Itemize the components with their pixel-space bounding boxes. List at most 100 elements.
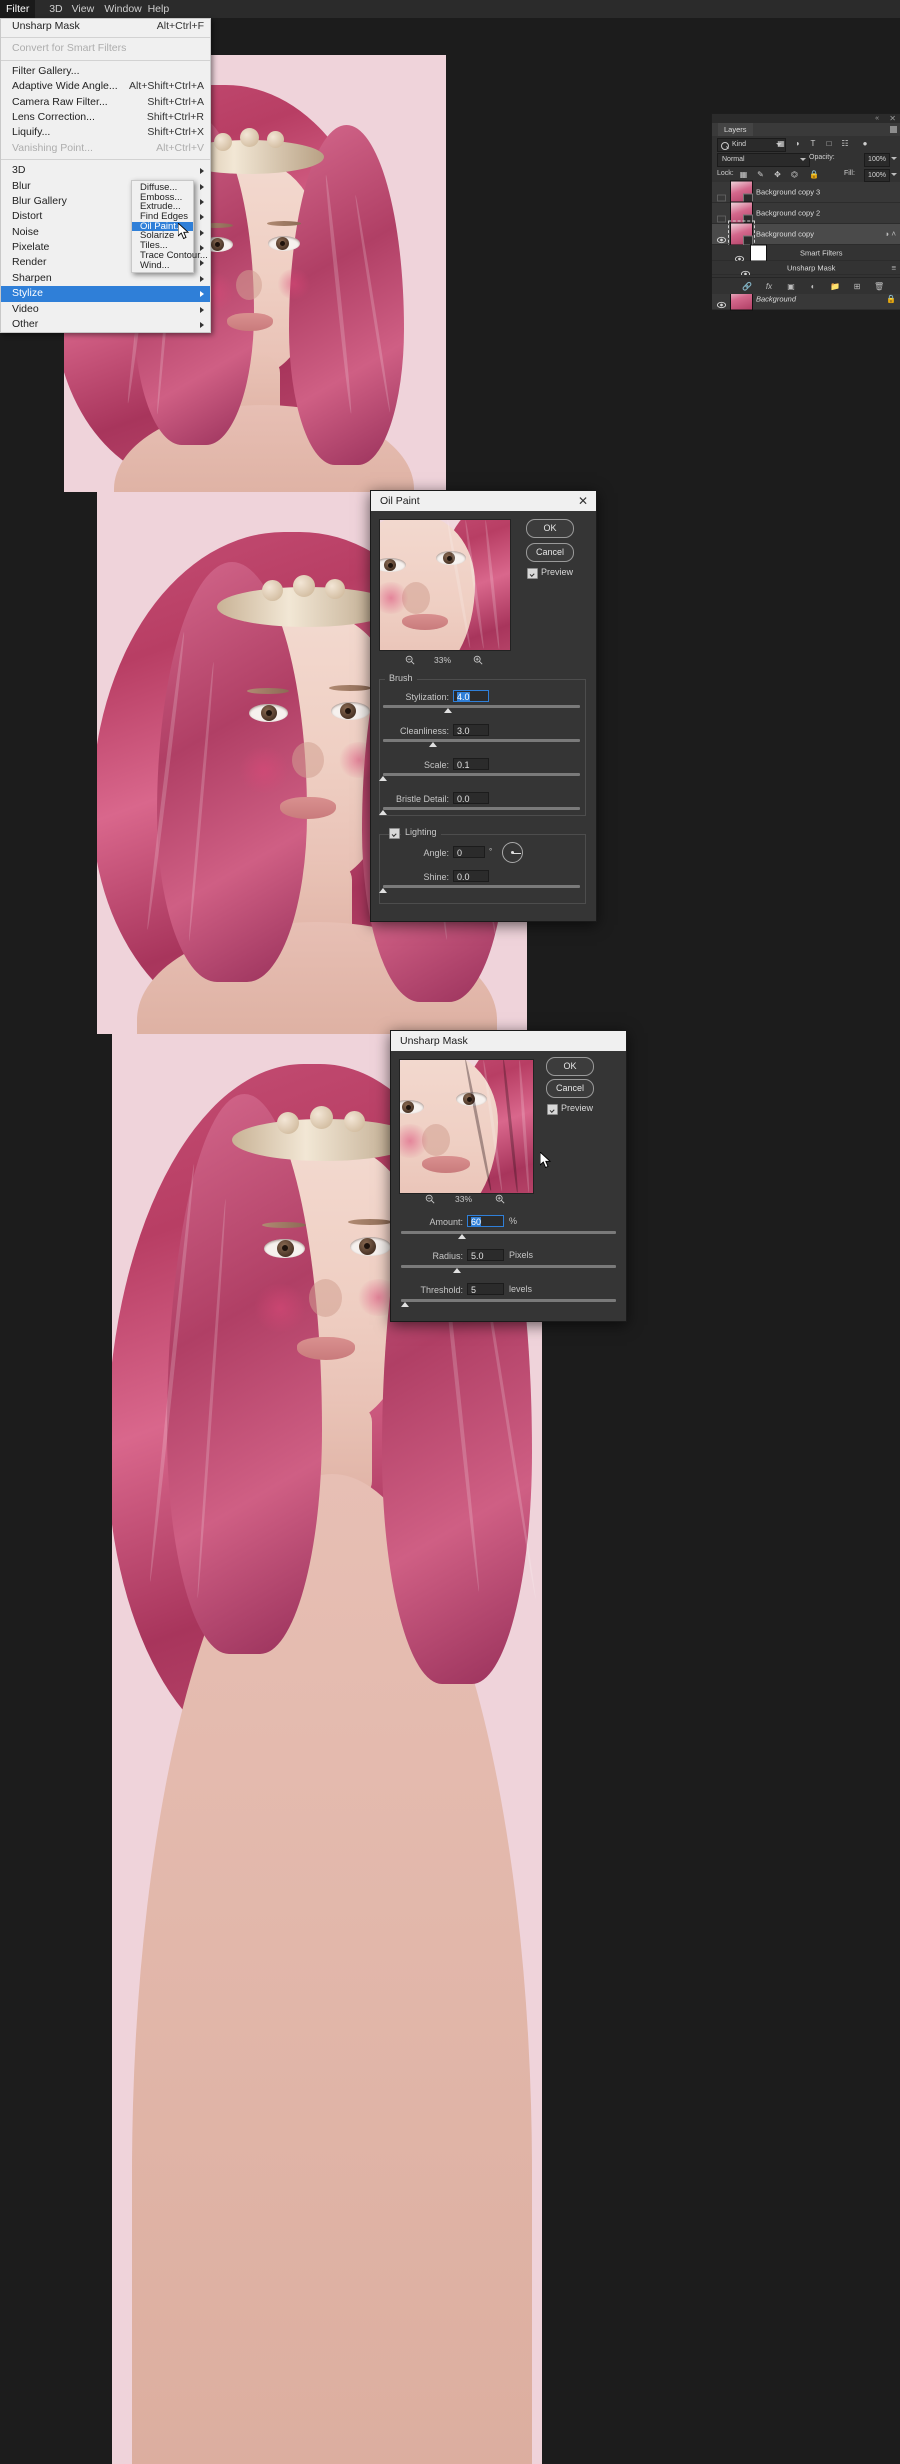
add-layer-mask-icon[interactable]: ▣: [786, 282, 796, 292]
amount-slider-knob[interactable]: [458, 1234, 466, 1239]
lock-transparent-pixels-icon[interactable]: ▦: [739, 170, 748, 179]
unsharp-mask-cancel-button[interactable]: Cancel: [546, 1079, 594, 1098]
filter-pixel-icon[interactable]: ▦: [776, 139, 786, 149]
layer-thumbnail[interactable]: [730, 180, 753, 204]
oil-paint-preview-checkbox[interactable]: [527, 568, 538, 579]
cleanliness-slider-track[interactable]: [383, 739, 580, 742]
stylization-slider-knob[interactable]: [444, 708, 452, 713]
layer-thumbnail[interactable]: [730, 201, 753, 225]
layer-row[interactable]: Unsharp Mask ≡: [712, 261, 900, 277]
stylize-menu-item-wind[interactable]: Wind...: [132, 260, 193, 271]
layer-visibility-eye-icon[interactable]: [734, 249, 745, 262]
layer-row[interactable]: Background copy 2: [712, 201, 900, 225]
collapse-panel-icon[interactable]: «: [875, 115, 879, 122]
menubar-item-view[interactable]: View: [66, 0, 101, 18]
layer-row[interactable]: Background copy ◑ ˄: [712, 220, 900, 248]
zoom-out-icon[interactable]: [405, 655, 415, 665]
opacity-chevron-down-icon[interactable]: [891, 157, 897, 160]
filter-menu[interactable]: Unsharp Mask Alt+Ctrl+F Convert for Smart …: [0, 18, 211, 334]
layer-visibility-eye-icon[interactable]: [740, 264, 751, 277]
filter-toggle-switch-icon[interactable]: ●: [860, 139, 870, 149]
bristle-detail-field[interactable]: 0.0: [453, 792, 489, 804]
oil-paint-cancel-button[interactable]: Cancel: [526, 543, 574, 562]
filter-menu-item-camera-raw-filter[interactable]: Camera Raw Filter... Shift+Ctrl+A: [1, 95, 210, 110]
menubar-item-help[interactable]: Help: [142, 0, 176, 18]
layer-thumbnail[interactable]: [727, 220, 756, 248]
zoom-in-icon[interactable]: [495, 1194, 505, 1204]
oil-paint-dialog[interactable]: Oil Paint ✕ 33% OK Cancel Preview Brush …: [370, 490, 597, 922]
link-layers-icon[interactable]: 🔗: [742, 282, 752, 292]
filter-smart-object-icon[interactable]: ☷: [840, 139, 850, 149]
close-icon[interactable]: ✕: [578, 491, 588, 511]
layers-panel[interactable]: « ✕ Layers Kind ▦ ◑ T □ ☷ ● Normal Opaci…: [711, 113, 900, 311]
menubar[interactable]: Filter 3D View Window Help: [0, 0, 900, 18]
new-layer-icon[interactable]: ⊞: [852, 282, 862, 292]
angle-field[interactable]: 0: [453, 846, 485, 858]
lighting-checkbox[interactable]: [389, 828, 400, 839]
scale-slider-knob[interactable]: [379, 776, 387, 781]
blend-mode-select[interactable]: Normal: [717, 153, 810, 167]
shine-slider-track[interactable]: [383, 885, 580, 888]
filter-menu-item-adaptive-wide-angle[interactable]: Adaptive Wide Angle... Alt+Shift+Ctrl+A: [1, 79, 210, 94]
layer-visibility-eye-icon[interactable]: [716, 296, 727, 309]
filter-menu-item-stylize[interactable]: Stylize: [1, 286, 210, 302]
panel-menu-icon[interactable]: [890, 126, 897, 133]
unsharp-mask-ok-button[interactable]: OK: [546, 1057, 594, 1076]
bristle-detail-slider-track[interactable]: [383, 807, 580, 810]
filter-type-icon[interactable]: T: [808, 139, 818, 149]
layer-visibility-eye-icon[interactable]: [716, 231, 727, 244]
opacity-value[interactable]: 100%: [864, 153, 890, 167]
filter-menu-item-video[interactable]: Video: [1, 302, 210, 317]
menubar-item-filter[interactable]: Filter: [0, 0, 36, 18]
radius-slider-knob[interactable]: [453, 1268, 461, 1273]
threshold-slider-track[interactable]: [401, 1299, 616, 1302]
filter-menu-item-filter-gallery[interactable]: Filter Gallery...: [1, 64, 210, 79]
lock-all-icon[interactable]: 🔒: [809, 170, 819, 179]
bristle-detail-slider-knob[interactable]: [379, 810, 387, 815]
cleanliness-field[interactable]: 3.0: [453, 724, 489, 736]
shine-slider-knob[interactable]: [379, 888, 387, 893]
stylization-slider-track[interactable]: [383, 705, 580, 708]
filter-menu-item-liquify[interactable]: Liquify... Shift+Ctrl+X: [1, 125, 210, 140]
layer-row[interactable]: Background copy 3: [712, 180, 900, 204]
threshold-field[interactable]: 5: [467, 1283, 504, 1295]
radius-slider-track[interactable]: [401, 1265, 616, 1268]
radius-field[interactable]: 5.0: [467, 1249, 504, 1261]
lock-position-icon[interactable]: ✥: [773, 170, 782, 179]
layer-thumbnail[interactable]: [750, 244, 767, 261]
layer-style-fx-icon[interactable]: fx: [764, 282, 774, 292]
filter-menu-item-other[interactable]: Other: [1, 317, 210, 332]
zoom-out-icon[interactable]: [425, 1194, 435, 1204]
unsharp-mask-dialog[interactable]: Unsharp Mask 33% OK Cancel Preview Amoun…: [390, 1030, 627, 1322]
fill-value[interactable]: 100%: [864, 169, 890, 182]
scale-slider-track[interactable]: [383, 773, 580, 776]
layer-row[interactable]: Smart Filters: [712, 244, 900, 262]
shine-field[interactable]: 0.0: [453, 870, 489, 882]
filter-menu-item-unsharp-mask[interactable]: Unsharp Mask Alt+Ctrl+F: [1, 19, 210, 34]
filter-blending-options-icon[interactable]: ≡: [891, 263, 896, 272]
lock-image-pixels-icon[interactable]: ✎: [756, 170, 765, 179]
oil-paint-ok-button[interactable]: OK: [526, 519, 574, 538]
filter-menu-item-3d[interactable]: 3D: [1, 163, 210, 178]
lock-artboard-nesting-icon[interactable]: ⏣: [790, 170, 799, 179]
filter-menu-item-lens-correction[interactable]: Lens Correction... Shift+Ctrl+R: [1, 110, 210, 125]
layer-visibility-eye-icon[interactable]: [717, 210, 726, 223]
amount-field[interactable]: 60: [467, 1215, 504, 1227]
angle-dial[interactable]: [502, 842, 523, 863]
unsharp-mask-preview-checkbox[interactable]: [547, 1104, 558, 1115]
fill-chevron-down-icon[interactable]: [891, 173, 897, 176]
oil-paint-preview[interactable]: [379, 519, 511, 651]
filter-shape-icon[interactable]: □: [824, 139, 834, 149]
scale-field[interactable]: 0.1: [453, 758, 489, 770]
menubar-item-window[interactable]: Window: [98, 0, 147, 18]
delete-layer-icon[interactable]: 🗑: [874, 282, 884, 292]
threshold-slider-knob[interactable]: [401, 1302, 409, 1307]
cleanliness-slider-knob[interactable]: [429, 742, 437, 747]
zoom-in-icon[interactable]: [473, 655, 483, 665]
amount-slider-track[interactable]: [401, 1231, 616, 1234]
new-adjustment-layer-icon[interactable]: ◐: [808, 282, 818, 292]
filter-adjustment-icon[interactable]: ◑: [792, 139, 802, 149]
stylization-field[interactable]: 4.0: [453, 690, 489, 702]
close-panel-icon[interactable]: ✕: [889, 114, 896, 123]
smart-filters-toggle-icon[interactable]: ◑ ˄: [884, 230, 896, 239]
